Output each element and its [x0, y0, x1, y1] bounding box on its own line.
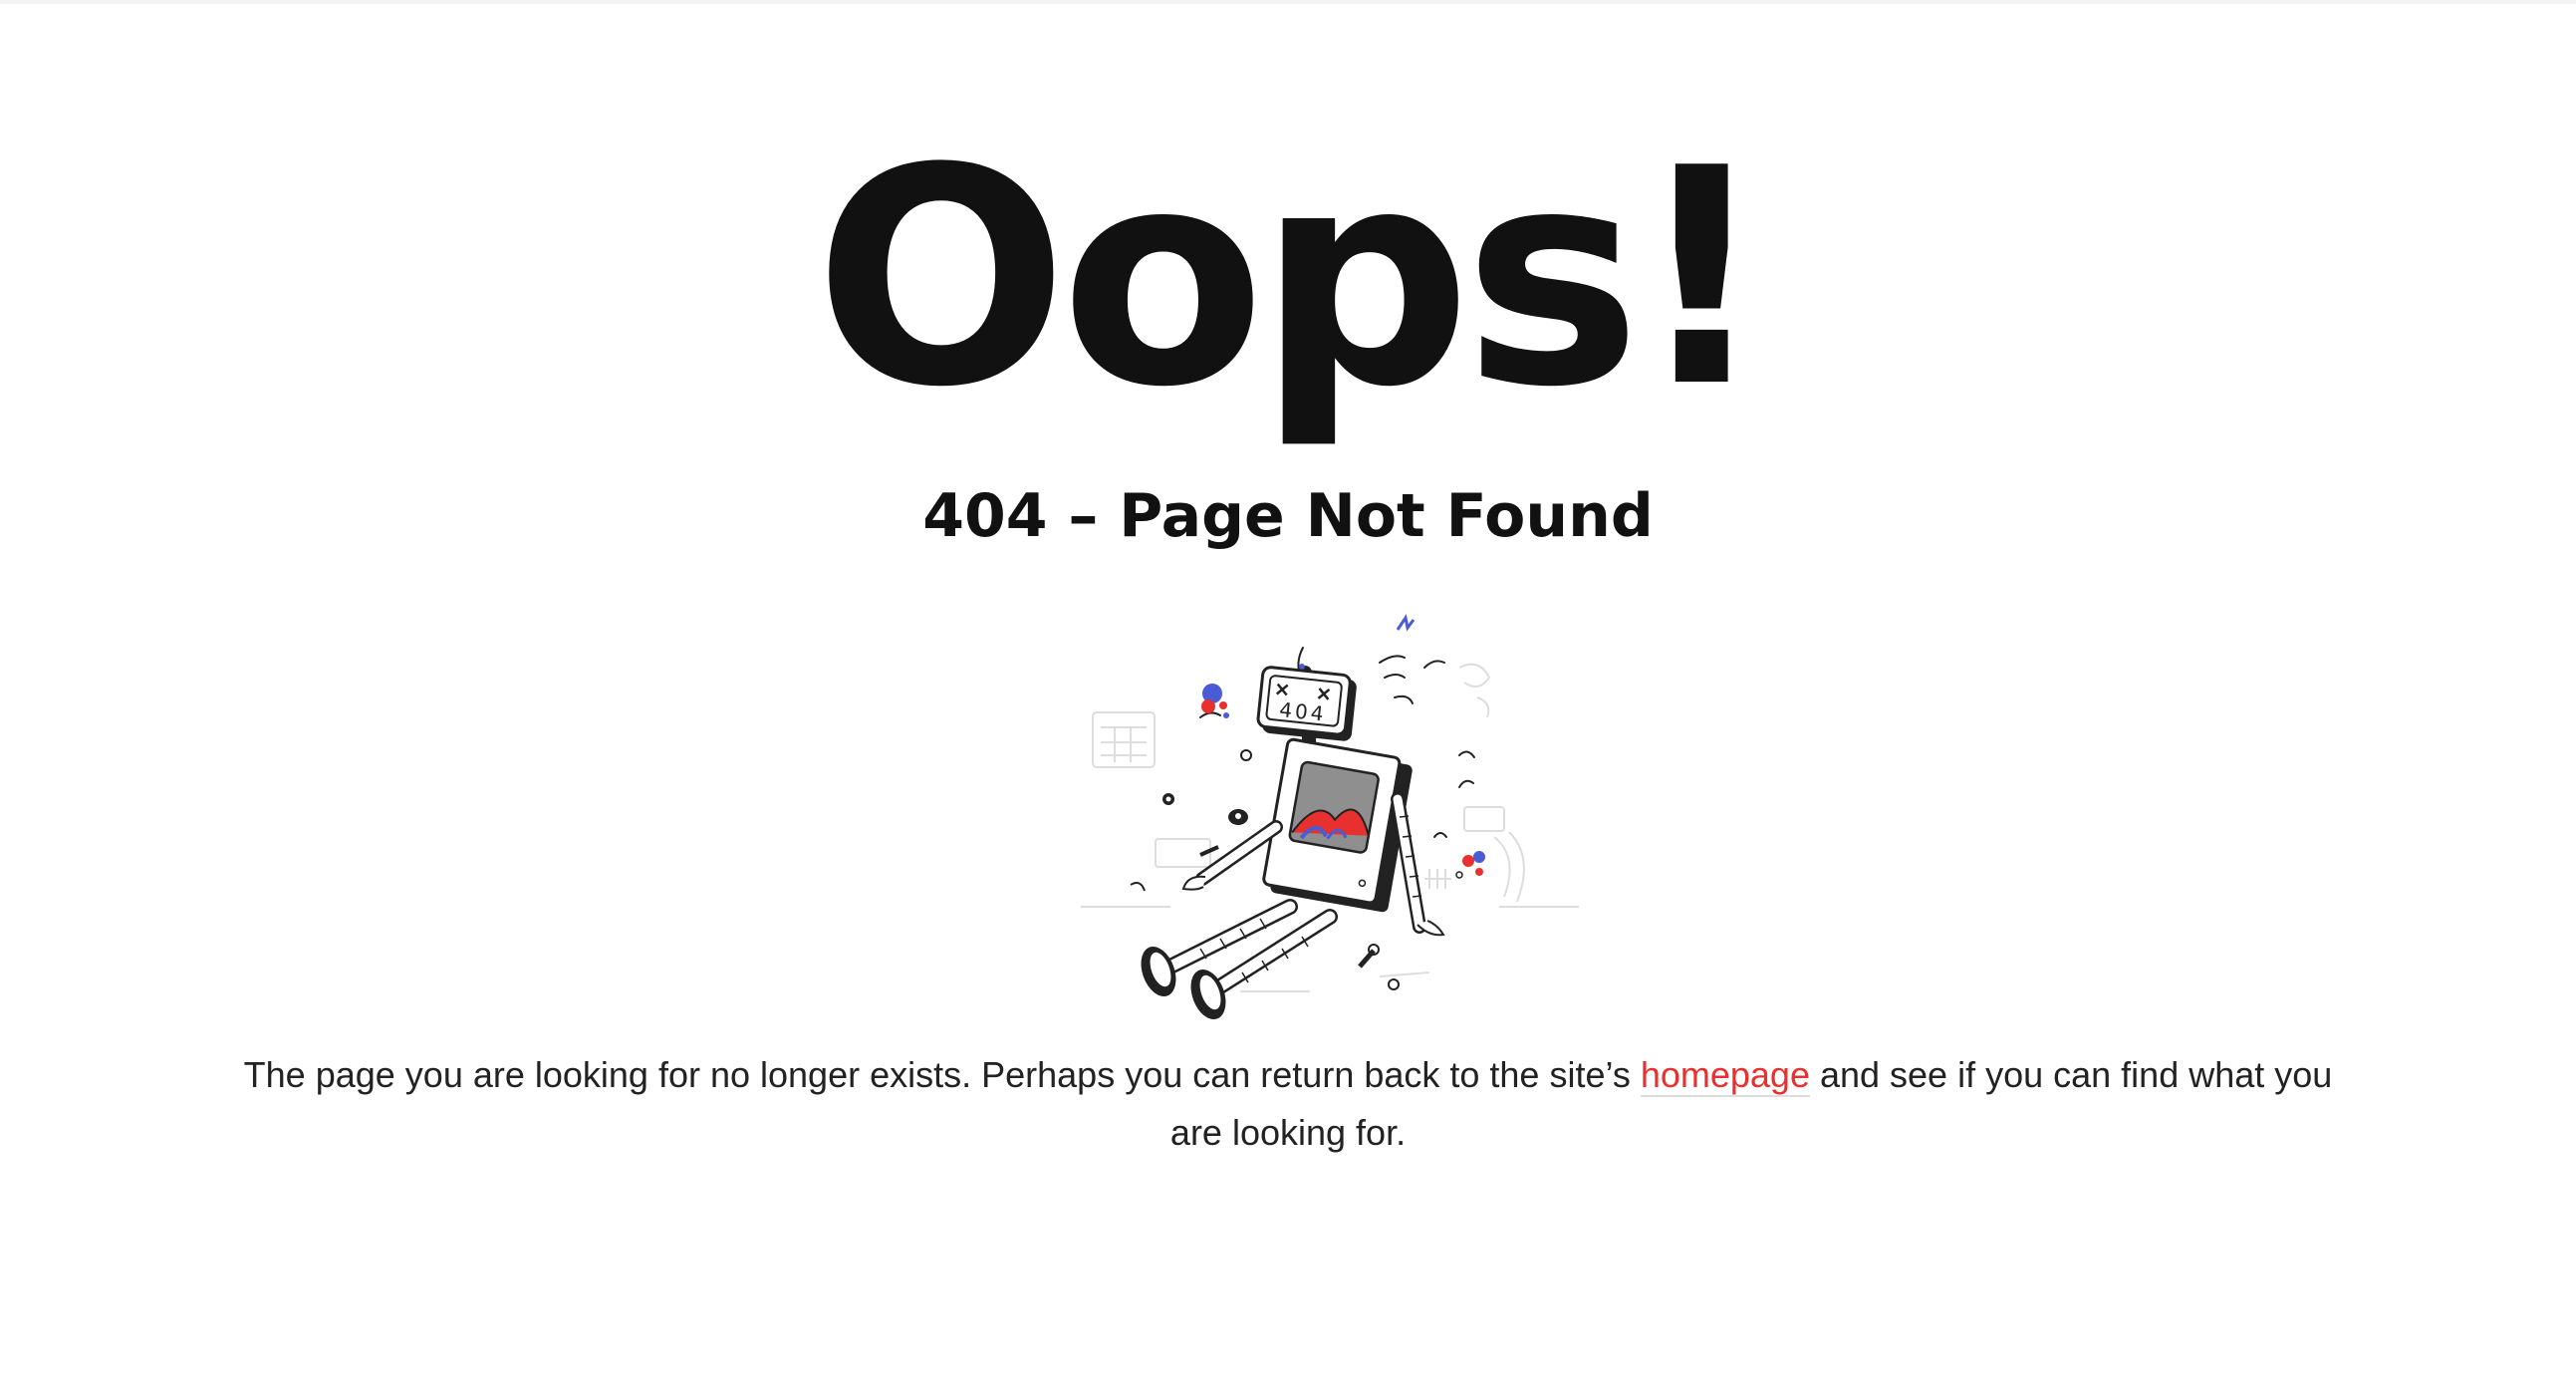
page-subheading: 404 – Page Not Found	[922, 481, 1654, 551]
robot-screen-text: 404	[1278, 697, 1327, 726]
page-headline: Oops!	[814, 105, 1769, 452]
message-text-before-link: The page you are looking for no longer e…	[243, 1054, 1641, 1095]
homepage-link[interactable]: homepage	[1640, 1054, 1810, 1097]
top-border	[0, 0, 2576, 4]
not-found-message: The page you are looking for no longer e…	[219, 1046, 2357, 1162]
broken-robot-icon: 404	[1081, 614, 1579, 1020]
